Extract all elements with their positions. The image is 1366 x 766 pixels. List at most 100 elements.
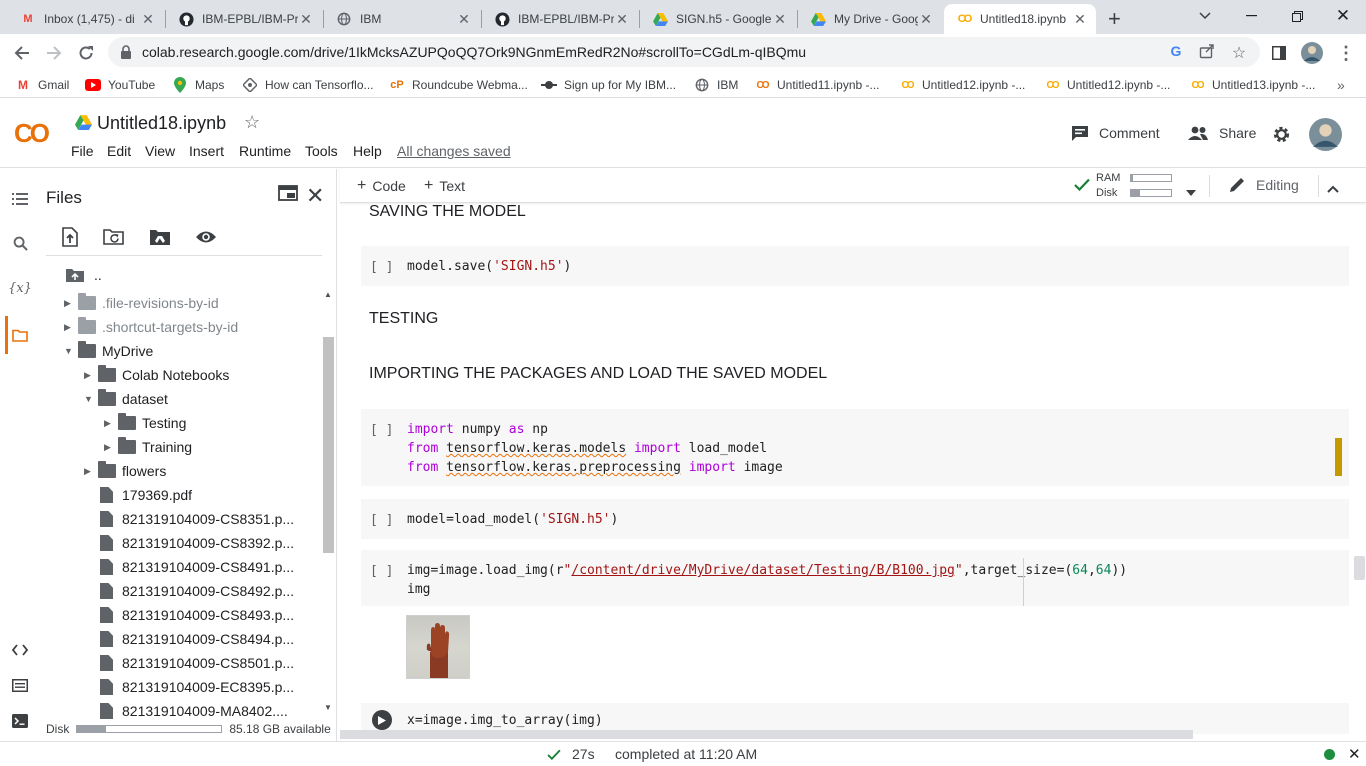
variables-icon[interactable]: {x}: [8, 276, 32, 300]
code-cell[interactable]: [ ] model=load_model('SIGN.h5'): [361, 499, 1349, 539]
restore-button[interactable]: [1274, 0, 1320, 32]
code-cell[interactable]: [ ] model.save('SIGN.h5'): [361, 246, 1349, 286]
star-icon[interactable]: ☆: [244, 112, 260, 133]
file-item[interactable]: 821319104009-CS8491.p...: [84, 556, 294, 578]
side-panel-icon[interactable]: [1265, 39, 1293, 67]
mount-drive-icon[interactable]: [148, 225, 172, 249]
new-tab-button[interactable]: +: [1108, 6, 1121, 32]
expand-arrow-right-icon[interactable]: ▶: [104, 418, 118, 429]
account-avatar[interactable]: [1309, 118, 1342, 156]
close-icon[interactable]: ✕: [456, 11, 472, 27]
bookmark-item[interactable]: Maps: [172, 76, 224, 94]
folder-item[interactable]: ▶ flowers: [84, 460, 166, 482]
close-icon[interactable]: ✕: [772, 11, 788, 27]
expand-arrow-down-icon[interactable]: ▼: [64, 346, 78, 356]
close-icon[interactable]: ✕: [614, 11, 630, 27]
bookmark-item[interactable]: M Gmail: [15, 76, 69, 94]
more-menu-icon[interactable]: ⋮: [1332, 39, 1360, 67]
file-item[interactable]: 821319104009-CS8392.p...: [84, 532, 294, 554]
folder-item[interactable]: ▶ Testing: [104, 412, 186, 434]
bookmark-item[interactable]: CO Untitled13.ipynb -...: [1189, 76, 1316, 94]
share-button[interactable]: Share: [1188, 125, 1256, 141]
code-cell[interactable]: [ ] img=image.load_img(r"/content/drive/…: [361, 550, 1349, 606]
add-text-cell-button[interactable]: + Text: [424, 177, 465, 195]
bookmark-item[interactable]: IBM: [694, 76, 738, 94]
forward-button[interactable]: [40, 39, 68, 67]
file-item[interactable]: 179369.pdf: [84, 484, 192, 506]
browser-tab[interactable]: IBM ✕: [324, 4, 480, 34]
colab-logo[interactable]: CO: [14, 118, 50, 149]
menu-insert[interactable]: Insert: [189, 143, 224, 159]
open-in-tab-icon[interactable]: [278, 185, 298, 206]
run-cell-button[interactable]: [ ]: [370, 513, 393, 528]
notebook-scroll-thumb[interactable]: [1354, 556, 1365, 580]
upload-icon[interactable]: [58, 225, 82, 249]
expand-arrow-right-icon[interactable]: ▶: [84, 370, 98, 381]
folder-item[interactable]: ▼ dataset: [84, 388, 168, 410]
menu-tools[interactable]: Tools: [305, 143, 338, 159]
scroll-down-arrow-icon[interactable]: ▼: [324, 703, 332, 712]
play-icon[interactable]: [372, 710, 392, 730]
bookmark-item[interactable]: CO Untitled11.ipynb -...: [754, 76, 880, 94]
close-panel-icon[interactable]: ✕: [306, 183, 324, 209]
settings-gear-icon[interactable]: [1272, 125, 1291, 149]
code-snippets-icon[interactable]: [8, 638, 32, 662]
tab-search-button[interactable]: [1182, 0, 1228, 32]
menu-edit[interactable]: Edit: [107, 143, 131, 159]
run-cell-button[interactable]: [ ]: [370, 423, 393, 438]
code-editor[interactable]: x=image.img_to_array(img): [407, 711, 603, 730]
menu-help[interactable]: Help: [353, 143, 382, 159]
file-item[interactable]: 821319104009-CS8351.p...: [84, 508, 294, 530]
browser-tab[interactable]: My Drive - Googl ✕: [798, 4, 942, 34]
comment-button[interactable]: Comment: [1071, 125, 1160, 141]
bookmark-item[interactable]: How can Tensorflo...: [242, 76, 374, 94]
file-item[interactable]: 821319104009-EC8395.p...: [84, 676, 294, 698]
add-code-cell-button[interactable]: + Code: [357, 177, 406, 195]
refresh-folder-icon[interactable]: [102, 225, 126, 249]
close-icon[interactable]: ✕: [1348, 745, 1361, 763]
code-editor[interactable]: img=image.load_img(r"/content/drive/MyDr…: [407, 561, 1127, 599]
editing-mode-button[interactable]: Editing: [1229, 177, 1299, 193]
browser-tab[interactable]: SIGN.h5 - Google ✕: [640, 4, 796, 34]
expand-arrow-down-icon[interactable]: ▼: [84, 394, 98, 404]
folder-item[interactable]: ▼ MyDrive: [64, 340, 153, 362]
code-editor[interactable]: model=load_model('SIGN.h5'): [407, 510, 618, 529]
browser-tab[interactable]: M Inbox (1,475) - di ✕: [8, 4, 164, 34]
notebook-scrollbar[interactable]: [1350, 203, 1366, 734]
bookmarks-overflow-icon[interactable]: »: [1337, 76, 1345, 94]
close-icon[interactable]: ✕: [918, 11, 934, 27]
folder-item[interactable]: ▶ .shortcut-targets-by-id: [64, 316, 238, 338]
run-cell-button[interactable]: [ ]: [370, 564, 393, 579]
share-page-icon[interactable]: [1198, 43, 1216, 61]
expand-arrow-right-icon[interactable]: ▶: [64, 298, 78, 309]
bookmark-item[interactable]: CO Untitled12.ipynb -...: [899, 76, 1026, 94]
command-palette-icon[interactable]: [8, 673, 32, 697]
bookmark-star-icon[interactable]: ☆: [1230, 43, 1248, 62]
scroll-up-arrow-icon[interactable]: ▲: [324, 290, 332, 299]
folder-item[interactable]: ▶ Training: [104, 436, 192, 458]
code-editor[interactable]: model.save('SIGN.h5'): [407, 257, 571, 276]
parent-directory[interactable]: ..: [66, 264, 102, 286]
code-cell[interactable]: [ ] import numpy as np from tensorflow.k…: [361, 409, 1349, 486]
code-editor[interactable]: import numpy as np from tensorflow.keras…: [407, 420, 783, 477]
reload-button[interactable]: [72, 39, 100, 67]
resources-dropdown-icon[interactable]: [1186, 183, 1196, 201]
menu-file[interactable]: File: [71, 143, 94, 159]
browser-tab[interactable]: IBM-EPBL/IBM-Pr ✕: [482, 4, 638, 34]
file-item[interactable]: 821319104009-MA8402....: [84, 700, 288, 722]
bookmark-item[interactable]: cP Roundcube Webma...: [389, 76, 528, 94]
menu-view[interactable]: View: [145, 143, 175, 159]
connection-status-icon[interactable]: [1324, 749, 1335, 760]
terminal-icon[interactable]: [8, 709, 32, 733]
search-icon[interactable]: [8, 231, 32, 255]
file-item[interactable]: 821319104009-CS8501.p...: [84, 652, 294, 674]
google-translate-icon[interactable]: G: [1167, 43, 1185, 61]
bookmark-item[interactable]: CO Untitled12.ipynb -...: [1044, 76, 1171, 94]
bookmark-item[interactable]: Sign up for My IBM...: [541, 76, 676, 94]
file-item[interactable]: 821319104009-CS8492.p...: [84, 580, 294, 602]
bookmark-item[interactable]: YouTube: [85, 76, 155, 94]
files-scroll-thumb[interactable]: [323, 337, 334, 553]
horizontal-scrollbar[interactable]: [340, 730, 1193, 739]
table-of-contents-icon[interactable]: [8, 187, 32, 211]
address-bar[interactable]: colab.research.google.com/drive/1IkMcksA…: [108, 37, 1260, 67]
